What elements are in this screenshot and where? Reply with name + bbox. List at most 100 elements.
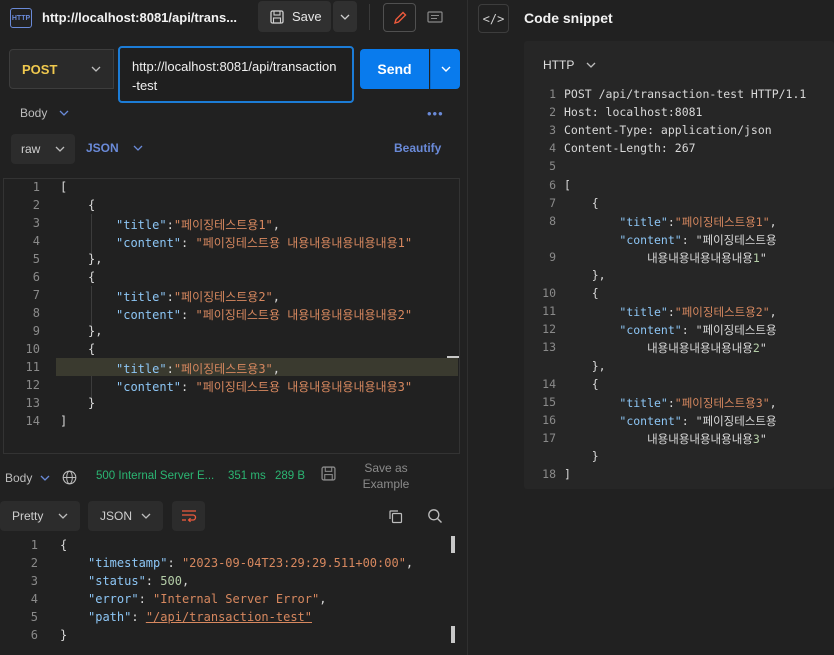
- comments-button[interactable]: [419, 3, 450, 32]
- snippet-line: Content-Length: 267: [564, 141, 696, 156]
- response-line[interactable]: "timestamp": "2023-09-04T23:29:29.511+00…: [88, 556, 413, 570]
- response-view-value: Pretty: [12, 509, 44, 523]
- save-as-example-button[interactable]: Save as Example: [347, 460, 425, 492]
- snippet-line: Content-Type: application/json: [564, 123, 772, 138]
- edit-button[interactable]: [383, 3, 416, 32]
- code-icon-glyph: </>: [482, 11, 505, 26]
- chevron-down-icon: [58, 513, 68, 519]
- code-line[interactable]: "title":"페이징테스트용3",: [116, 360, 280, 377]
- line-number: 6: [32, 270, 40, 284]
- code-line[interactable]: "content": "페이징테스트용 내용내용내용내용내용1": [116, 234, 412, 251]
- body-tab[interactable]: Body: [20, 106, 69, 120]
- send-options-button[interactable]: [430, 49, 460, 89]
- response-body-tab[interactable]: Body: [5, 470, 77, 485]
- code-snippet-icon[interactable]: </>: [478, 4, 509, 33]
- code-snippet-title: Code snippet: [524, 10, 613, 26]
- response-line[interactable]: "status": 500,: [88, 574, 189, 588]
- response-line[interactable]: "error": "Internal Server Error",: [88, 592, 326, 606]
- snippet-line-number: 6: [549, 177, 556, 192]
- save-options-button[interactable]: [333, 1, 357, 32]
- line-number: 9: [32, 324, 40, 338]
- snippet-line-number: 15: [542, 394, 556, 409]
- http-request-icon: HTTP: [10, 8, 32, 28]
- save-button[interactable]: Save: [258, 1, 331, 32]
- url-input[interactable]: http://localhost:8081/api/transaction-te…: [118, 46, 354, 103]
- copy-response-button[interactable]: [383, 505, 407, 527]
- snippet-line: "content": "페이징테스트용: [619, 232, 777, 247]
- snippet-line: 내용내용내용내용내용1": [564, 250, 767, 265]
- response-size[interactable]: 289 B: [275, 470, 305, 482]
- snippet-line-number: 18: [542, 467, 556, 482]
- response-format-value: JSON: [100, 509, 133, 523]
- wrap-icon: [181, 510, 196, 523]
- snippet-line: ]: [564, 467, 571, 482]
- response-line[interactable]: "path": "/api/transaction-test": [88, 610, 312, 624]
- code-line[interactable]: {: [88, 270, 95, 284]
- line-number: 1: [32, 180, 40, 194]
- response-view-select[interactable]: Pretty: [0, 501, 80, 531]
- snippet-line-number: 4: [549, 141, 556, 156]
- response-line[interactable]: {: [60, 538, 67, 552]
- response-scrollbar-top[interactable]: [451, 536, 455, 553]
- line-number: 4: [30, 592, 38, 606]
- response-status[interactable]: 500 Internal Server E...: [96, 470, 214, 482]
- wrap-lines-button[interactable]: [172, 501, 205, 531]
- line-number: 14: [25, 414, 40, 428]
- line-number: 6: [30, 628, 38, 642]
- snippet-line-number: 8: [549, 213, 556, 228]
- body-format-select[interactable]: JSON: [86, 141, 143, 155]
- request-title[interactable]: http://localhost:8081/api/trans...: [42, 10, 237, 25]
- snippet-line: "content": "페이징테스트용: [619, 323, 777, 338]
- snippet-line-number: 9: [549, 249, 556, 264]
- snippet-line: "title":"페이징테스트용3",: [619, 395, 777, 410]
- body-mode-value: raw: [21, 142, 41, 156]
- snippet-line-number: 12: [542, 322, 556, 337]
- body-mode-select[interactable]: raw: [11, 134, 75, 164]
- save-response-icon[interactable]: [321, 466, 336, 484]
- chevron-down-icon: [441, 66, 450, 72]
- search-response-button[interactable]: [423, 505, 447, 527]
- method-select[interactable]: POST: [9, 49, 114, 89]
- response-line[interactable]: }: [60, 628, 67, 642]
- snippet-line-number: 7: [549, 195, 556, 210]
- send-button[interactable]: Send: [360, 49, 429, 89]
- snippet-line: },: [564, 358, 606, 373]
- code-line[interactable]: "title":"페이징테스트용2",: [116, 288, 280, 305]
- snippet-language-select[interactable]: HTTP: [543, 58, 596, 72]
- code-line[interactable]: "content": "페이징테스트용 내용내용내용내용내용3": [116, 378, 412, 395]
- response-scrollbar-bottom[interactable]: [451, 626, 455, 643]
- snippet-line-number: 13: [542, 340, 556, 355]
- snippet-line: }: [564, 449, 599, 463]
- response-format-select[interactable]: JSON: [88, 501, 163, 531]
- snippet-language-value: HTTP: [543, 58, 575, 72]
- snippet-line: },: [564, 268, 606, 282]
- line-number: 2: [32, 198, 40, 212]
- snippet-line-number: 1: [549, 87, 556, 101]
- code-line[interactable]: {: [88, 198, 95, 212]
- request-panel: HTTP http://localhost:8081/api/trans... …: [0, 0, 467, 655]
- code-line[interactable]: },: [88, 252, 102, 266]
- line-number: 4: [32, 234, 40, 248]
- code-line[interactable]: {: [88, 342, 95, 356]
- code-line[interactable]: "content": "페이징테스트용 내용내용내용내용내용2": [116, 306, 412, 323]
- more-options-icon[interactable]: •••: [427, 106, 444, 121]
- editor-scroll-marker: [447, 356, 459, 358]
- chevron-down-icon: [59, 110, 69, 116]
- response-time[interactable]: 351 ms: [228, 470, 266, 482]
- snippet-line-number: 11: [542, 304, 556, 319]
- code-line[interactable]: "title":"페이징테스트용1",: [116, 216, 280, 233]
- snippet-line: [: [564, 177, 571, 192]
- body-tab-label: Body: [20, 106, 48, 120]
- line-number: 10: [25, 342, 40, 356]
- save-label: Save: [292, 9, 322, 24]
- code-line[interactable]: [: [60, 180, 67, 194]
- code-line[interactable]: ]: [60, 414, 67, 428]
- chevron-down-icon: [340, 14, 350, 20]
- beautify-button[interactable]: Beautify: [394, 141, 441, 155]
- snippet-line: "title":"페이징테스트용1",: [619, 214, 777, 229]
- code-line[interactable]: },: [88, 324, 102, 338]
- chevron-down-icon: [133, 145, 143, 151]
- chevron-down-icon: [40, 475, 50, 481]
- code-line[interactable]: }: [88, 396, 95, 410]
- line-number: 8: [32, 306, 40, 320]
